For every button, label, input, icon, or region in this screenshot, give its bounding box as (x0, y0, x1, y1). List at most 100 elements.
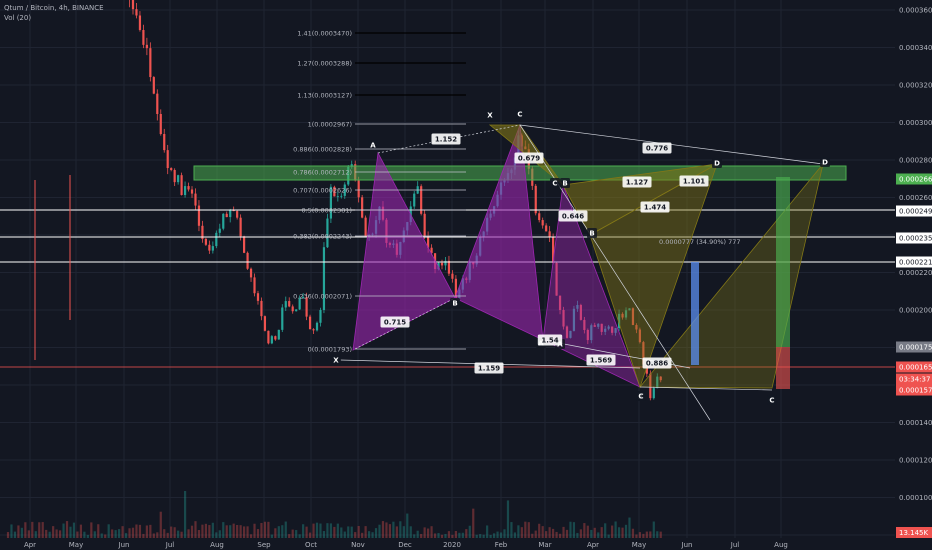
candle (336, 196, 339, 198)
volume-bar (437, 533, 440, 538)
volume-bar (548, 527, 551, 538)
x-tick-label: Aug (774, 541, 788, 549)
volume-bar (177, 530, 180, 538)
volume-bar (79, 524, 83, 538)
volume-bar (236, 524, 239, 538)
projection-label: 0.0000777 (34.90%) 777 (659, 238, 741, 246)
pattern-point-label: C (552, 180, 557, 188)
volume-bar (492, 533, 496, 538)
volume-bar (656, 531, 659, 538)
volume-bar (499, 532, 503, 538)
volume-bar (454, 530, 457, 538)
candle (163, 134, 166, 151)
candle (239, 217, 242, 237)
candle (177, 175, 180, 183)
volume-bar (503, 529, 506, 538)
candle (253, 277, 256, 294)
pattern-point-label: C (769, 397, 774, 405)
volume-bar (308, 532, 312, 538)
volume-bar (555, 531, 558, 538)
stop-box[interactable] (776, 347, 790, 389)
volume-bar (10, 524, 13, 538)
volume-bar (392, 521, 395, 538)
candle (156, 93, 159, 114)
volume-bar (156, 532, 159, 538)
volume-bar (249, 534, 253, 538)
volume-bar (38, 522, 41, 538)
price-tag-label: 0.0001576 (899, 387, 932, 395)
volume-bar (381, 521, 385, 538)
y-tick-label: 0.0003000 (899, 119, 932, 127)
time-axis[interactable] (0, 538, 932, 550)
volume-bar (534, 530, 537, 538)
candle (187, 186, 190, 190)
fib-level-label: 0(0.0001793) (308, 345, 352, 353)
candle (249, 268, 253, 278)
volume-bar (621, 527, 624, 538)
fib-level-label: 1.27(0.0003288) (297, 59, 352, 67)
volume-bar (652, 521, 655, 538)
volume-bar (517, 525, 520, 538)
volume-bar (617, 527, 621, 538)
volume-bar (197, 529, 201, 538)
volume-bar (475, 534, 478, 538)
volume-bar (208, 525, 211, 538)
candle (281, 307, 284, 330)
ratio-label: 0.646 (562, 213, 584, 221)
chart-svg[interactable]: XABCXCXBDDAABCC1.1520.7151.1590.6790.646… (0, 0, 932, 550)
candle (284, 301, 287, 308)
fib-level-label: 0.236(0.0002071) (293, 292, 352, 300)
volume-bar (97, 524, 100, 538)
volume-bar (277, 526, 280, 538)
volume-bar (322, 531, 326, 538)
volume-bar (614, 521, 617, 538)
volume-bar (242, 526, 246, 538)
volume-bar (427, 528, 430, 538)
volume-bar (27, 530, 30, 538)
candle (204, 238, 208, 245)
x-tick-label: Apr (24, 541, 36, 549)
volume-bar (489, 534, 492, 538)
volume-bar (423, 527, 426, 538)
pattern-point-label: B (452, 300, 457, 308)
projection-box[interactable] (691, 262, 699, 365)
pattern-point-label: B (562, 180, 567, 188)
candle (308, 316, 312, 330)
volume-bar (111, 529, 114, 538)
volume-bar (447, 531, 451, 538)
candle (291, 306, 294, 312)
volume-bar (631, 528, 635, 538)
pattern-point-label: B (589, 230, 594, 238)
price-tag-label: 0.0002353 (899, 235, 932, 243)
fib-level-label: 1(0.0002967) (308, 120, 352, 128)
target-box[interactable] (776, 177, 790, 347)
volume-bar (298, 534, 301, 538)
volume-bar (274, 528, 277, 538)
volume-bar (513, 532, 517, 538)
volume-bar (312, 523, 315, 538)
volume-bar (486, 525, 489, 538)
volume-bar (72, 522, 76, 538)
volume-bar (354, 532, 357, 538)
volume-bar (121, 526, 124, 538)
volume-bar (361, 532, 364, 538)
volume-bar (611, 525, 614, 538)
chart-root[interactable]: XABCXCXBDDAABCC1.1520.7151.1590.6790.646… (0, 0, 932, 550)
volume-bar (260, 522, 263, 538)
volume-bar (579, 529, 582, 538)
volume-bar (604, 523, 607, 538)
y-tick-label: 0.0002600 (899, 194, 932, 202)
volume-bar (388, 524, 392, 538)
pattern-point-label: X (487, 112, 493, 120)
volume-bar (364, 526, 367, 538)
candle (190, 189, 194, 194)
volume-bar (107, 524, 110, 538)
candle (166, 150, 169, 169)
volume-bar (333, 526, 336, 538)
volume-bar (635, 534, 638, 538)
candle (288, 301, 291, 307)
volume-bar (538, 523, 541, 538)
fib-level-label: 0.382(0.0002243) (293, 232, 352, 240)
volume-bar (267, 521, 270, 538)
x-tick-label: Sep (257, 541, 271, 549)
